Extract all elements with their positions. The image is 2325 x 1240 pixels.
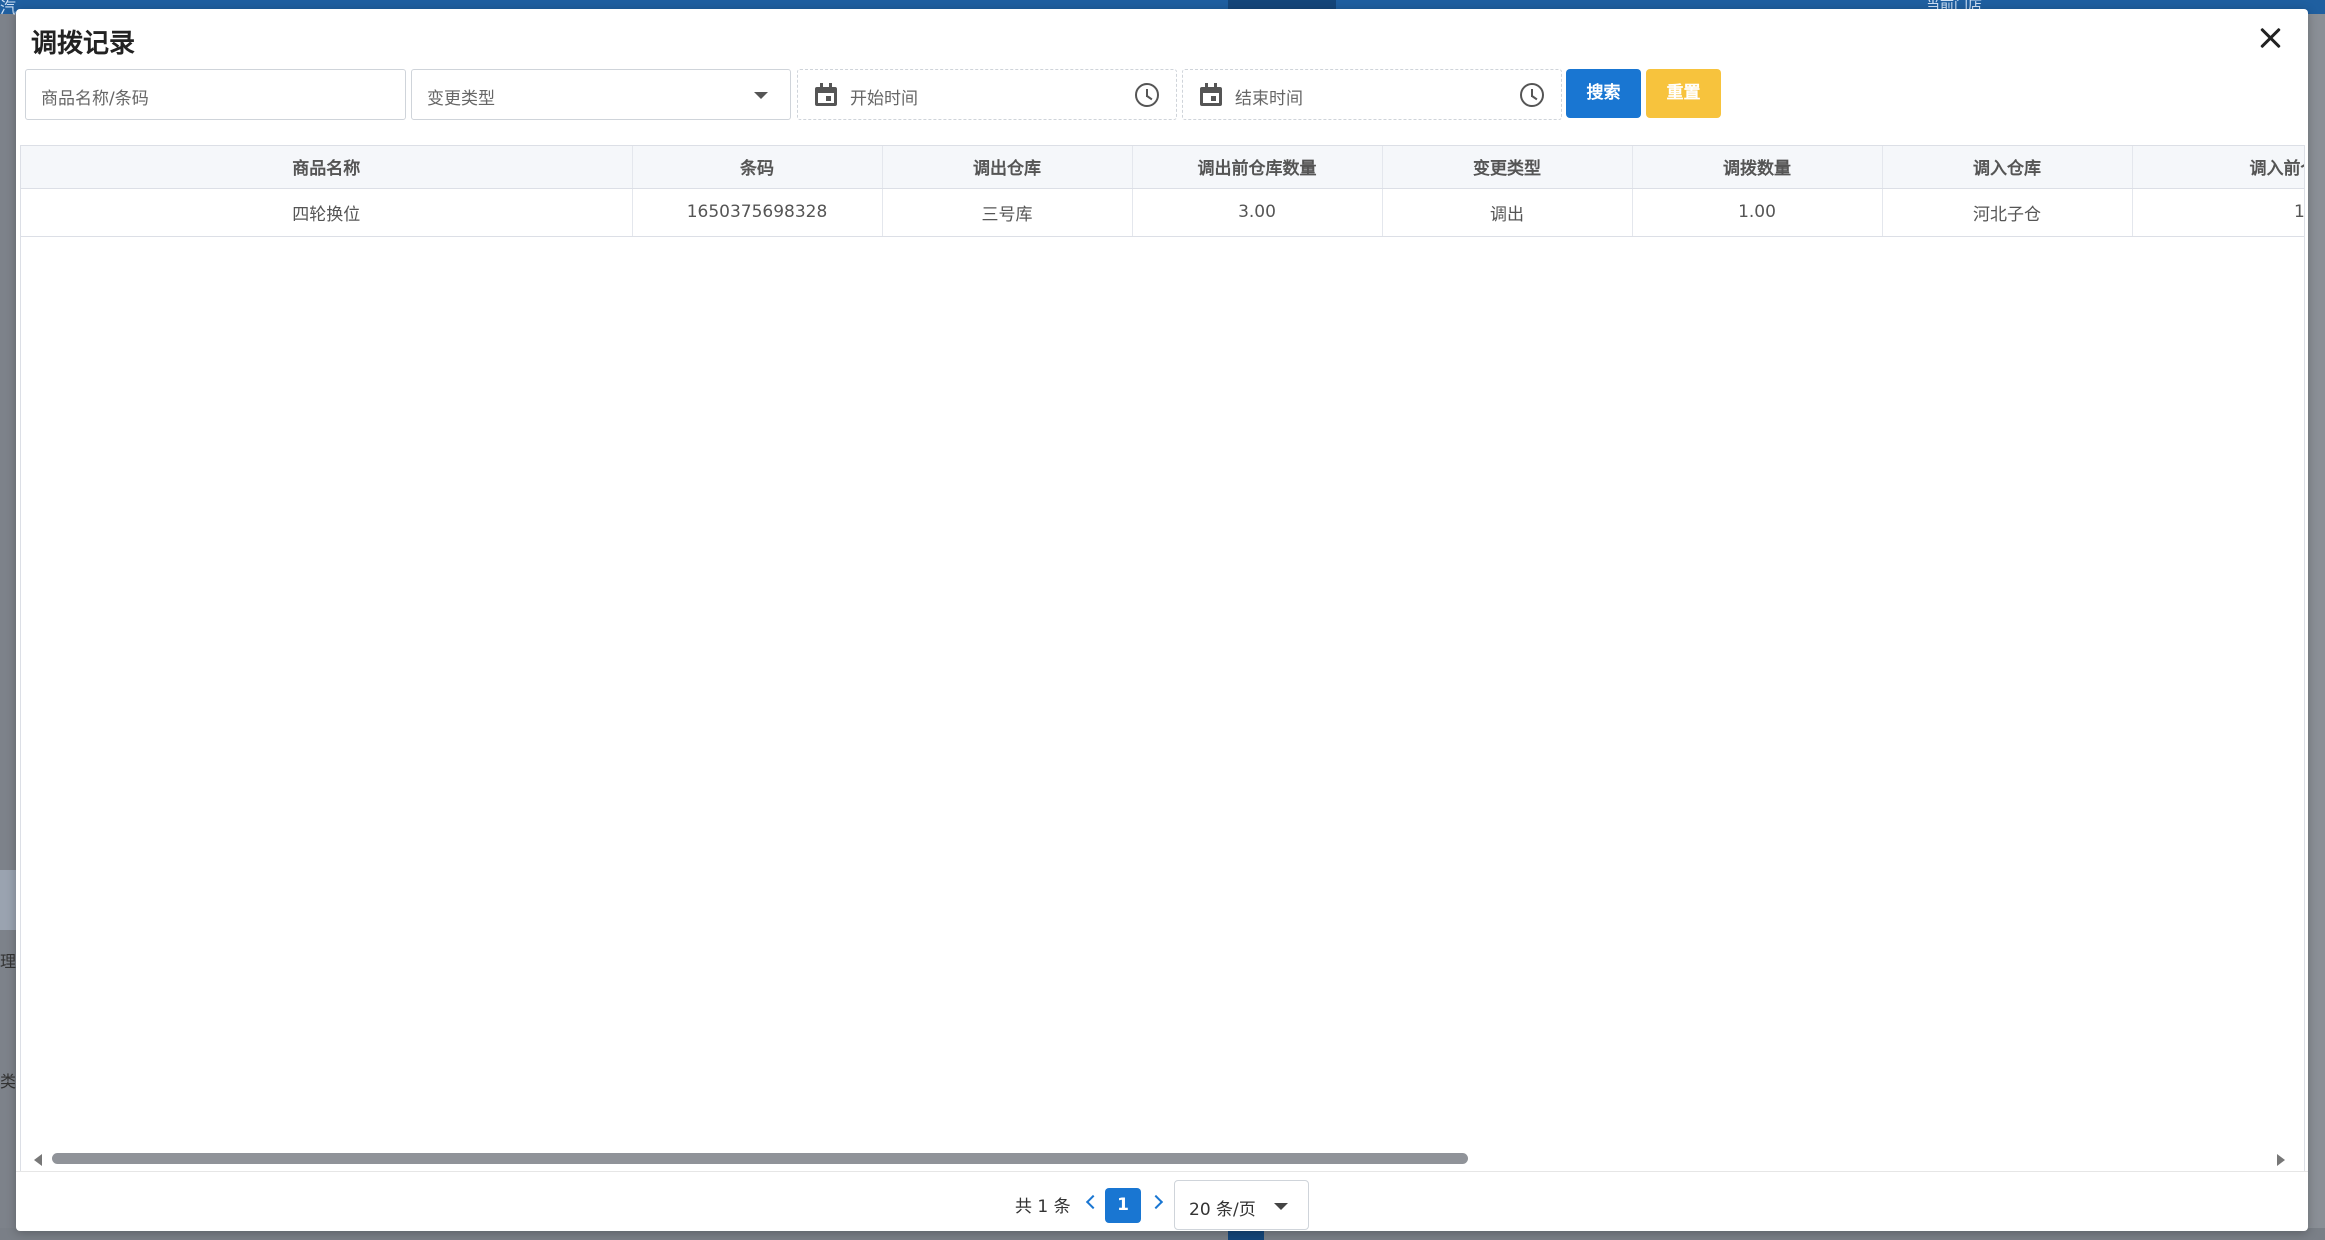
modal-title: 调拨记录: [31, 29, 136, 59]
change-type-placeholder: 变更类型: [427, 89, 495, 109]
clock-icon: [1135, 83, 1159, 107]
scroll-right-icon[interactable]: [2277, 1154, 2285, 1166]
transfer-table: 商品名称 条码 调出仓库 调出前仓库数量 变更类型 调拨数量 调入仓库 调入前仓…: [20, 145, 2305, 1172]
table-cell: 四轮换位: [21, 188, 633, 237]
reset-button[interactable]: 重置: [1646, 69, 1721, 118]
column-header[interactable]: 条码: [632, 146, 883, 189]
page-number-current[interactable]: 1: [1105, 1188, 1141, 1223]
product-name-barcode-input[interactable]: 商品名称/条码: [25, 69, 406, 120]
end-time-picker[interactable]: 结束时间: [1182, 69, 1562, 120]
start-time-placeholder: 开始时间: [850, 89, 918, 109]
background-sidebar-tile: [0, 870, 16, 930]
search-button[interactable]: 搜索: [1566, 69, 1641, 118]
table-cell: 104.00: [2132, 188, 2304, 237]
table-cell: 调出: [1382, 188, 1633, 237]
close-icon[interactable]: [2256, 23, 2286, 53]
horizontal-scrollbar[interactable]: [20, 1148, 2305, 1172]
clock-icon: [1520, 83, 1544, 107]
background-fragment: 理: [0, 952, 17, 971]
total-count: 共 1 条: [1015, 1197, 1071, 1217]
column-header[interactable]: 调出仓库: [882, 146, 1133, 189]
start-time-picker[interactable]: 开始时间: [797, 69, 1177, 120]
table-row[interactable]: 四轮换位 1650375698328 三号库 3.00 调出 1.00 河北子仓…: [21, 188, 2304, 237]
calendar-icon: [815, 83, 837, 106]
chevron-down-icon: [1274, 1203, 1288, 1210]
table-cell: 河北子仓: [1882, 188, 2133, 237]
table-cell: 三号库: [882, 188, 1133, 237]
background-fragment: 类: [0, 1072, 17, 1091]
background-sidebar: [0, 14, 16, 1240]
chevron-left-icon[interactable]: [1082, 1191, 1102, 1213]
scrollbar-thumb[interactable]: [52, 1153, 1468, 1164]
end-time-placeholder: 结束时间: [1235, 89, 1303, 109]
table-header-row: 商品名称 条码 调出仓库 调出前仓库数量 变更类型 调拨数量 调入仓库 调入前仓…: [21, 146, 2304, 189]
change-type-select[interactable]: 变更类型: [411, 69, 791, 120]
column-header[interactable]: 调入前仓库数量: [2132, 146, 2304, 189]
page-size-select[interactable]: 20 条/页: [1174, 1180, 1309, 1230]
column-header[interactable]: 调出前仓库数量: [1132, 146, 1383, 189]
transfer-record-modal: 调拨记录 商品名称/条码 变更类型 开始时间 结束时间 搜索 重置 商品名称 条…: [16, 9, 2308, 1231]
chevron-down-icon: [754, 92, 768, 99]
table-cell: 1.00: [1632, 188, 1883, 237]
column-header[interactable]: 调入仓库: [1882, 146, 2133, 189]
background-fragment: 汽: [0, 0, 17, 17]
column-header[interactable]: 调拨数量: [1632, 146, 1883, 189]
column-header[interactable]: 商品名称: [21, 146, 633, 189]
table-cell: 3.00: [1132, 188, 1383, 237]
page-size-value: 20 条/页: [1189, 1200, 1256, 1220]
chevron-right-icon[interactable]: [1148, 1191, 1169, 1213]
product-name-barcode-placeholder: 商品名称/条码: [41, 89, 149, 109]
calendar-icon: [1200, 83, 1222, 106]
column-header[interactable]: 变更类型: [1382, 146, 1633, 189]
modal-header: 调拨记录: [16, 9, 2308, 65]
scroll-left-icon[interactable]: [34, 1154, 42, 1166]
pagination: 共 1 条 1 20 条/页: [16, 1171, 2308, 1231]
table-cell: 1650375698328: [632, 188, 883, 237]
